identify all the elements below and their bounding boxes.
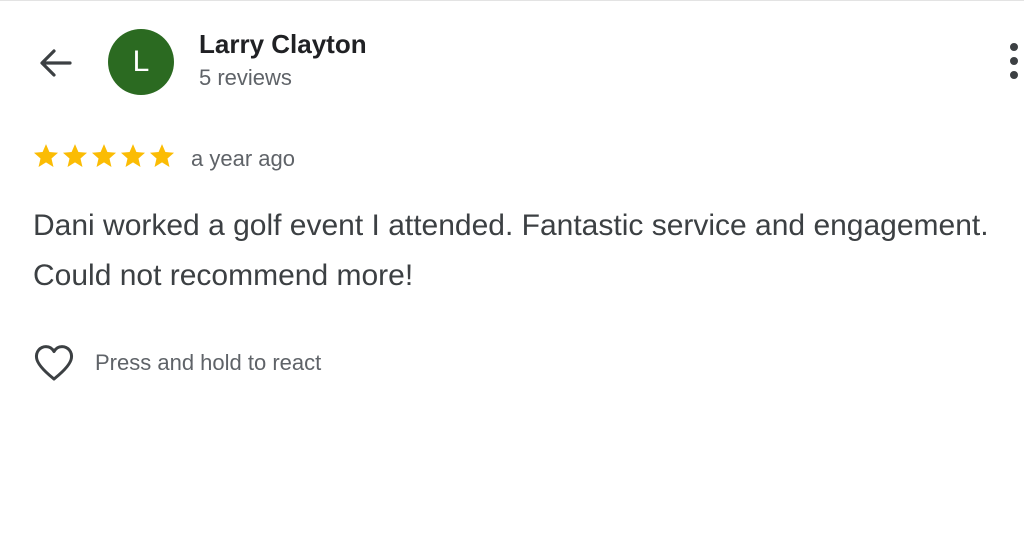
heart-outline-icon [34, 345, 74, 381]
star-rating [32, 142, 176, 170]
review-text: Dani worked a golf event I attended. Fan… [33, 209, 989, 292]
review-page: L Larry Clayton 5 reviews a year ago Dan… [0, 0, 1024, 557]
react-button[interactable]: Press and hold to react [32, 341, 321, 385]
review-count: 5 reviews [199, 65, 292, 90]
star-icon [120, 144, 146, 167]
back-button[interactable] [36, 43, 76, 83]
avatar[interactable]: L [108, 29, 174, 95]
star-icon [149, 144, 175, 167]
more-dot [1010, 43, 1018, 51]
more-options-button[interactable] [1004, 39, 1024, 83]
react-label: Press and hold to react [95, 350, 322, 375]
more-dot [1010, 57, 1018, 65]
arrow-left-icon [40, 49, 72, 77]
more-dot [1010, 71, 1018, 79]
star-icon [91, 144, 117, 167]
reviewer-name[interactable]: Larry Clayton [199, 29, 367, 60]
avatar-letter: L [132, 45, 150, 78]
star-icon [33, 144, 59, 167]
review-time: a year ago [191, 146, 295, 171]
star-icon [62, 144, 88, 167]
